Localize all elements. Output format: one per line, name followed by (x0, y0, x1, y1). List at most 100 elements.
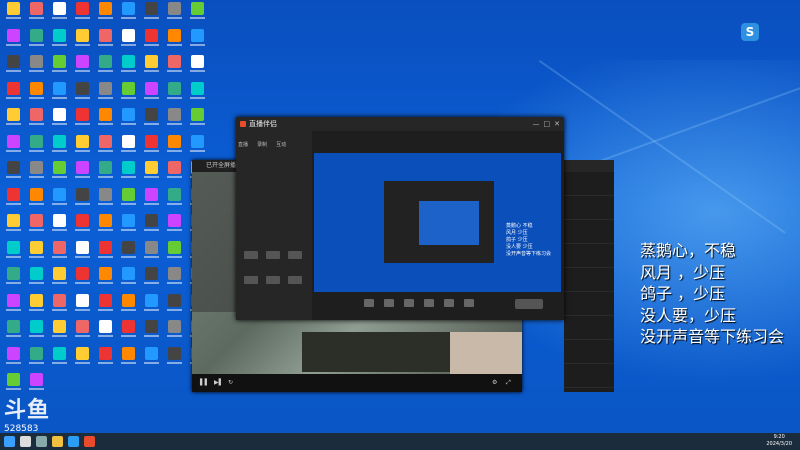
maximize-icon[interactable]: □ (544, 120, 551, 128)
desktop-icon[interactable] (71, 134, 94, 162)
desktop-icon[interactable] (94, 2, 117, 29)
list-item[interactable] (564, 172, 614, 196)
desktop-icon[interactable] (48, 161, 71, 188)
desktop-icon[interactable] (140, 55, 163, 82)
desktop-icon[interactable] (2, 134, 25, 162)
scene-tool[interactable] (266, 251, 280, 259)
desktop-icon[interactable] (25, 134, 48, 162)
settings-icon[interactable]: ⚙ (492, 379, 497, 386)
desktop-icon[interactable] (94, 55, 117, 82)
desktop-icon[interactable] (117, 320, 140, 347)
desktop-icon[interactable] (25, 2, 48, 29)
search-icon[interactable] (20, 436, 31, 447)
desktop-icon[interactable] (117, 81, 140, 109)
desktop-icon[interactable] (2, 55, 25, 82)
desktop-icon[interactable] (48, 28, 71, 56)
desktop-icon[interactable] (25, 214, 48, 241)
desktop-icon[interactable] (2, 187, 25, 215)
desktop-icon[interactable] (117, 2, 140, 29)
desktop-icon[interactable] (71, 214, 94, 241)
list-item[interactable] (564, 268, 614, 292)
desktop-icon[interactable] (140, 240, 163, 268)
desktop-icon[interactable] (94, 134, 117, 162)
toolbar-button[interactable] (364, 299, 374, 307)
desktop-icon[interactable] (71, 81, 94, 109)
desktop-icon[interactable] (94, 28, 117, 56)
scene-tool[interactable] (244, 251, 258, 259)
desktop-icon[interactable] (117, 108, 140, 135)
list-item[interactable] (564, 364, 614, 388)
desktop-icon[interactable] (71, 28, 94, 56)
desktop-icon[interactable] (48, 55, 71, 82)
desktop-icon[interactable] (71, 240, 94, 268)
desktop-icon[interactable] (48, 81, 71, 109)
desktop-icon[interactable] (94, 346, 117, 374)
desktop-icon[interactable] (25, 161, 48, 188)
desktop-icon[interactable] (117, 267, 140, 294)
desktop-icon[interactable] (186, 2, 209, 29)
desktop-icon[interactable] (25, 267, 48, 294)
desktop-icon[interactable] (163, 55, 186, 82)
desktop-icon[interactable] (25, 187, 48, 215)
desktop-icon[interactable] (71, 267, 94, 294)
desktop-icon[interactable] (25, 346, 48, 374)
desktop-icon[interactable] (140, 28, 163, 56)
desktop-icon[interactable] (163, 346, 186, 374)
desktop-icon[interactable] (2, 2, 25, 29)
desktop-icon[interactable] (94, 214, 117, 241)
desktop-icon[interactable] (48, 134, 71, 162)
desktop-icon[interactable] (163, 187, 186, 215)
scene-tool[interactable] (266, 276, 280, 284)
desktop-icon[interactable] (163, 134, 186, 162)
desktop-icon[interactable] (94, 267, 117, 294)
desktop-icon[interactable] (48, 346, 71, 374)
desktop-icon[interactable] (2, 108, 25, 135)
toolbar-button[interactable] (424, 299, 434, 307)
tray-app-icon[interactable]: S (741, 23, 759, 41)
tab-record[interactable]: 录制 (257, 141, 267, 148)
desktop-icon[interactable] (25, 320, 48, 347)
desktop-icon[interactable] (94, 320, 117, 347)
desktop-icon[interactable] (48, 187, 71, 215)
desktop-icon[interactable] (117, 161, 140, 188)
desktop-icon[interactable] (25, 81, 48, 109)
desktop-icon[interactable] (94, 293, 117, 321)
streaming-app-window[interactable]: 直播伴侣 — □ ✕ 直播 录制 互动 蒸鹅心 不稳 风月 少压 鸽子 少压 没… (236, 117, 564, 320)
desktop-icon[interactable] (163, 320, 186, 347)
desktop-icon[interactable] (140, 187, 163, 215)
next-icon[interactable]: ▶▌ (214, 379, 223, 386)
desktop-icon[interactable] (2, 240, 25, 268)
desktop-icon[interactable] (163, 28, 186, 56)
desktop-icon[interactable] (48, 2, 71, 29)
desktop-icon[interactable] (25, 240, 48, 268)
desktop-icon[interactable] (94, 108, 117, 135)
desktop-icon[interactable] (186, 81, 209, 109)
desktop-icon[interactable] (25, 108, 48, 135)
fullscreen-icon[interactable]: ⤢ (506, 379, 511, 387)
desktop-icon[interactable] (2, 320, 25, 347)
desktop-icon[interactable] (140, 320, 163, 347)
scene-tool[interactable] (288, 251, 302, 259)
close-icon[interactable]: ✕ (554, 120, 560, 128)
desktop-icon[interactable] (140, 108, 163, 135)
scene-tool[interactable] (288, 276, 302, 284)
desktop-icon[interactable] (117, 346, 140, 374)
list-item[interactable] (564, 196, 614, 220)
desktop-icon[interactable] (117, 134, 140, 162)
desktop-icon[interactable] (48, 240, 71, 268)
desktop-icon[interactable] (163, 240, 186, 268)
desktop-icon[interactable] (25, 293, 48, 321)
list-item[interactable] (564, 316, 614, 340)
desktop-icon[interactable] (117, 55, 140, 82)
desktop-icon[interactable] (186, 108, 209, 135)
desktop-icon[interactable] (25, 55, 48, 82)
desktop-icon[interactable] (117, 240, 140, 268)
explorer-icon[interactable] (52, 436, 63, 447)
desktop-icon[interactable] (48, 267, 71, 294)
desktop-icon[interactable] (163, 81, 186, 109)
desktop-icon[interactable] (140, 2, 163, 29)
desktop-icon[interactable] (48, 293, 71, 321)
desktop-icon[interactable] (2, 28, 25, 56)
desktop-icon[interactable] (163, 2, 186, 29)
browser-icon[interactable] (68, 436, 79, 447)
